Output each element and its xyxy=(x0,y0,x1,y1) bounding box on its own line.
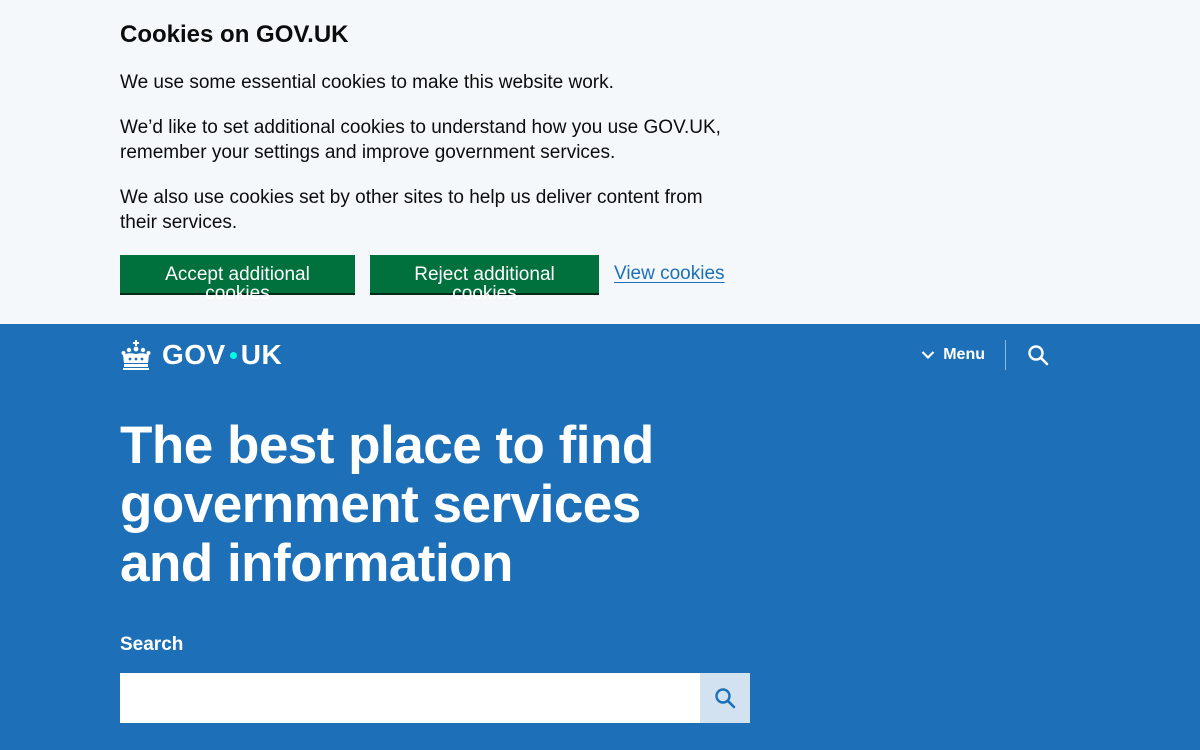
page-title: The best place to find government servic… xyxy=(120,416,654,593)
search-toggle-button[interactable] xyxy=(1016,340,1060,370)
search-submit-button[interactable] xyxy=(700,673,750,723)
reject-cookies-button[interactable]: Reject additional cookies xyxy=(370,255,599,303)
cookie-banner-text-third-party: We also use cookies set by other sites t… xyxy=(120,187,703,233)
header-divider xyxy=(1005,340,1006,370)
govuk-logotype: GOV UK xyxy=(162,339,282,371)
cookie-banner-text-essential: We use some essential cookies to make th… xyxy=(120,72,614,93)
view-cookies-link[interactable]: View cookies xyxy=(614,255,725,293)
cookie-banner: Cookies on GOV.UK We use some essential … xyxy=(0,0,1200,324)
search-label: Search xyxy=(120,634,184,655)
logotype-gov: GOV xyxy=(162,339,226,370)
logotype-uk: UK xyxy=(240,339,283,370)
search-icon xyxy=(715,688,736,709)
menu-button-label: Menu xyxy=(943,346,985,363)
search-input[interactable] xyxy=(120,673,700,723)
accept-cookies-button[interactable]: Accept additional cookies xyxy=(120,255,355,303)
cookie-banner-text-additional: We’d like to set additional cookies to u… xyxy=(120,117,721,163)
search-form xyxy=(120,673,750,723)
chevron-down-icon xyxy=(921,351,935,360)
cookie-banner-heading: Cookies on GOV.UK xyxy=(120,21,349,48)
cookie-banner-actions: Accept additional cookies Reject additio… xyxy=(120,255,725,303)
govuk-logo-link[interactable]: GOV UK xyxy=(120,338,282,372)
crown-icon xyxy=(120,339,152,371)
search-icon xyxy=(1028,345,1049,366)
logotype-dot xyxy=(229,351,237,359)
homepage-header: GOV UK Menu The best place to find gover… xyxy=(0,324,1200,750)
cookie-banner-content: Cookies on GOV.UK We use some essential … xyxy=(120,20,760,303)
header-actions: Menu xyxy=(921,340,1060,370)
menu-button[interactable]: Menu xyxy=(921,340,1005,370)
